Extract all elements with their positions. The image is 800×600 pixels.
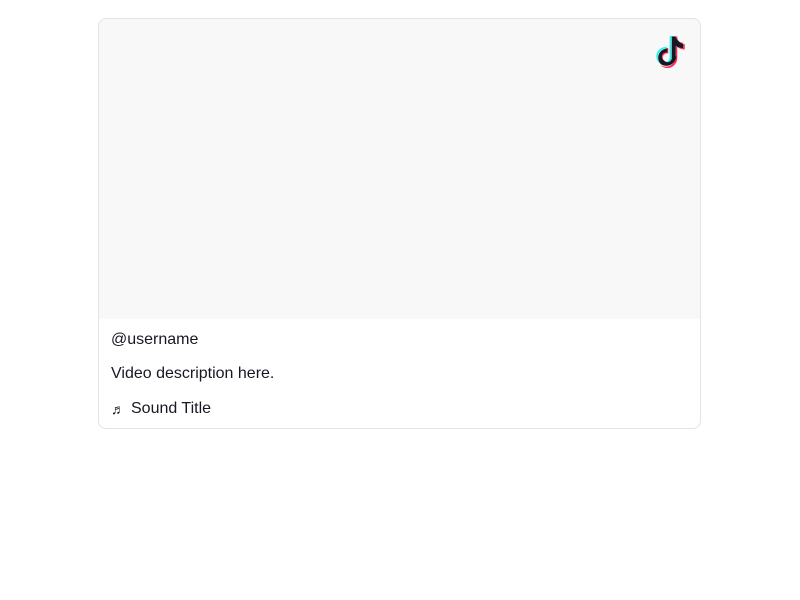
video-description: Video description here. xyxy=(111,365,275,382)
video-meta: @username Video description here. ♬ Soun… xyxy=(111,330,688,419)
username-link[interactable]: @username xyxy=(111,330,688,350)
sound-title: Sound Title xyxy=(131,400,212,417)
sound-link[interactable]: ♬ Sound Title xyxy=(111,399,688,419)
tiktok-logo-icon[interactable] xyxy=(655,35,685,68)
video-player-area[interactable] xyxy=(99,19,700,319)
tiktok-embed-card: @username Video description here. ♬ Soun… xyxy=(98,18,701,429)
music-note-icon: ♬ xyxy=(111,401,125,417)
